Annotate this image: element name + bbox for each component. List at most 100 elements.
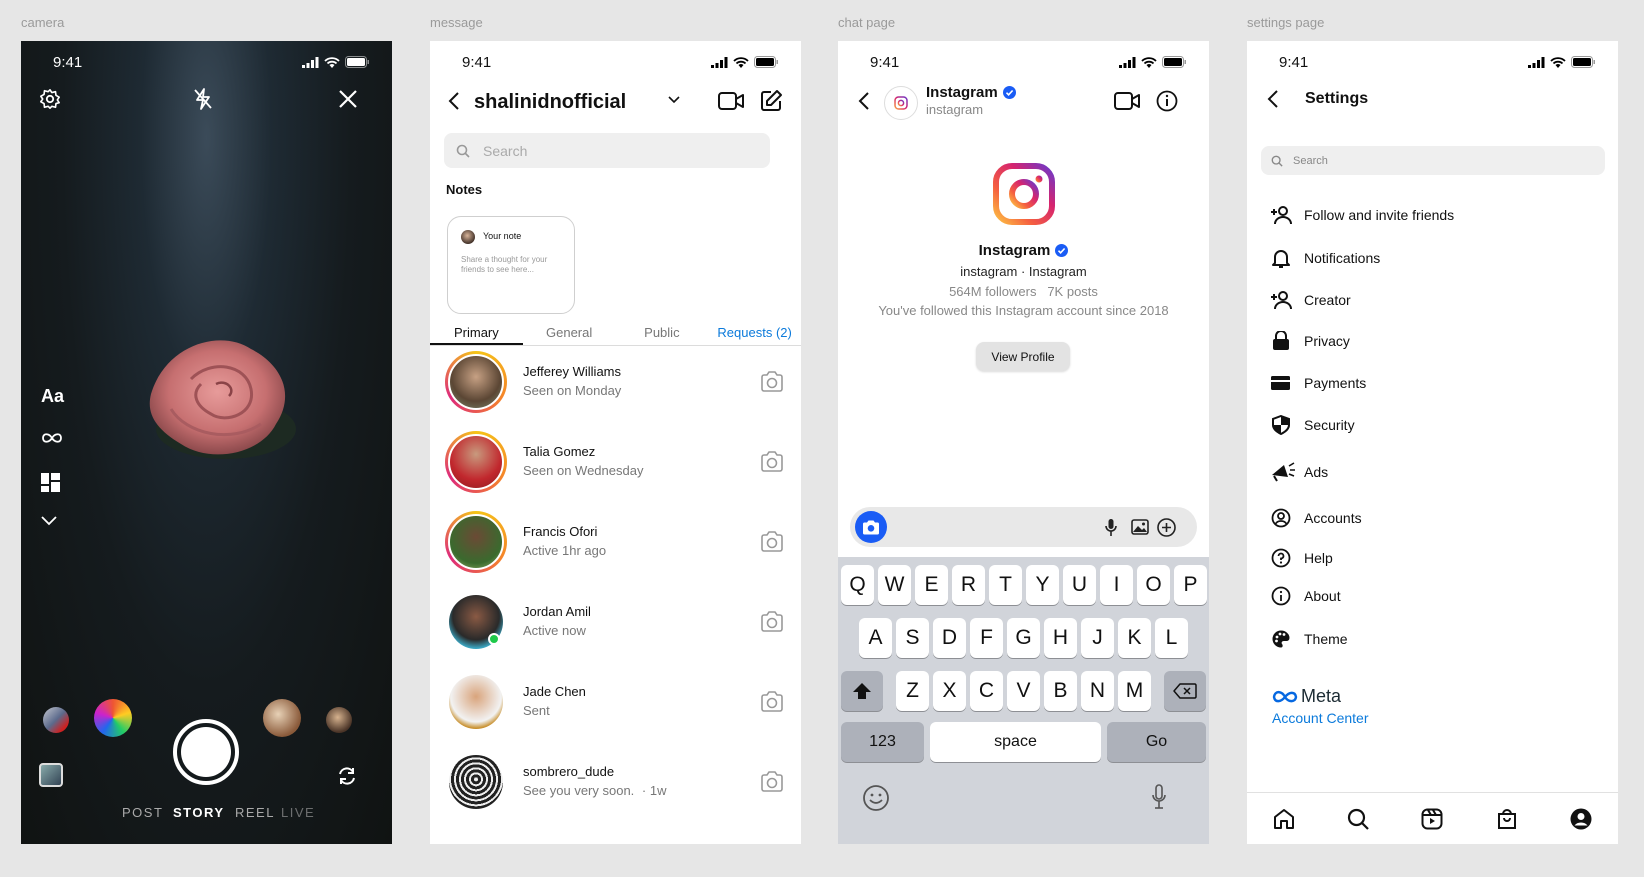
key-b[interactable]: B [1044,671,1077,711]
note-card[interactable]: Your note Share a thought for your frien… [447,216,575,314]
key-h[interactable]: H [1044,618,1077,658]
camera-icon[interactable] [760,451,784,473]
list-item[interactable]: sombrero_dude See you very soon. · 1w [430,751,801,831]
tab-primary[interactable]: Primary [430,320,523,345]
settings-item-ads[interactable]: Ads [1247,458,1618,488]
key-v[interactable]: V [1007,671,1040,711]
list-item[interactable]: Francis Ofori Active 1hr ago [430,511,801,591]
effect-thumbnail[interactable] [43,707,69,733]
key-t[interactable]: T [989,565,1022,605]
go-key[interactable]: Go [1107,722,1206,762]
add-icon[interactable] [1157,518,1176,537]
emoji-icon[interactable] [862,784,890,812]
camera-icon[interactable] [760,611,784,633]
settings-item-theme[interactable]: Theme [1247,625,1618,655]
tab-public[interactable]: Public [616,320,709,345]
search-input[interactable]: Search [1261,146,1605,175]
message-composer[interactable] [850,507,1197,547]
camera-button[interactable] [855,511,887,543]
mode-reel[interactable]: REEL [235,805,275,820]
mode-post[interactable]: POST [122,805,163,820]
backspace-key[interactable] [1164,671,1206,711]
back-icon[interactable] [858,91,870,111]
camera-icon[interactable] [760,371,784,393]
effect-thumbnail[interactable] [326,707,352,733]
chevron-down-icon[interactable] [41,516,57,526]
search-icon[interactable] [1346,807,1370,831]
back-icon[interactable] [1267,89,1279,109]
list-item[interactable]: Jade Chen Sent [430,671,801,751]
key-m[interactable]: M [1118,671,1151,711]
search-input[interactable]: Search [444,133,770,168]
key-x[interactable]: X [933,671,966,711]
flash-off-icon[interactable] [192,87,214,111]
layout-icon[interactable] [41,473,60,492]
text-tool-button[interactable]: Aa [41,386,64,407]
shift-key[interactable] [841,671,883,711]
key-y[interactable]: Y [1026,565,1059,605]
capture-button[interactable] [173,719,239,785]
key-u[interactable]: U [1063,565,1096,605]
video-call-icon[interactable] [1114,91,1140,111]
key-p[interactable]: P [1174,565,1207,605]
settings-item-about[interactable]: About [1247,582,1618,612]
dictation-icon[interactable] [1151,783,1167,811]
reels-icon[interactable] [1420,807,1444,831]
key-l[interactable]: L [1155,618,1188,658]
view-profile-button[interactable]: View Profile [976,342,1070,371]
flip-camera-icon[interactable] [337,766,357,786]
key-q[interactable]: Q [841,565,874,605]
mode-story[interactable]: STORY [173,805,225,820]
camera-icon[interactable] [760,691,784,713]
home-icon[interactable] [1272,807,1296,831]
settings-item-creator[interactable]: Creator [1247,286,1618,316]
list-item[interactable]: Jordan Amil Active now [430,591,801,671]
boomerang-icon[interactable] [41,432,63,444]
account-center-link[interactable]: Account Center [1272,710,1369,726]
settings-item-help[interactable]: Help [1247,544,1618,574]
effect-thumbnail[interactable] [263,699,301,737]
space-key[interactable]: space [930,722,1101,762]
key-s[interactable]: S [896,618,929,658]
key-c[interactable]: C [970,671,1003,711]
effect-thumbnail[interactable] [94,699,132,737]
settings-item-follow-invite[interactable]: Follow and invite friends [1247,201,1618,231]
tab-general[interactable]: General [523,320,616,345]
profile-icon[interactable] [1569,807,1593,831]
settings-item-security[interactable]: Security [1247,411,1618,441]
key-n[interactable]: N [1081,671,1114,711]
key-f[interactable]: F [970,618,1003,658]
close-icon[interactable] [338,89,358,109]
list-item[interactable]: Talia Gomez Seen on Wednesday [430,431,801,511]
settings-item-accounts[interactable]: Accounts [1247,504,1618,534]
key-o[interactable]: O [1137,565,1170,605]
video-call-icon[interactable] [718,91,744,111]
list-item[interactable]: Jefferey Williams Seen on Monday [430,351,801,431]
settings-item-payments[interactable]: Payments [1247,369,1618,399]
account-username[interactable]: shalinidnofficial [474,91,626,114]
gear-icon[interactable] [39,88,61,110]
key-k[interactable]: K [1118,618,1151,658]
camera-icon[interactable] [760,771,784,793]
key-g[interactable]: G [1007,618,1040,658]
key-d[interactable]: D [933,618,966,658]
key-z[interactable]: Z [896,671,929,711]
image-icon[interactable] [1131,519,1149,535]
microphone-icon[interactable] [1105,518,1117,537]
key-e[interactable]: E [915,565,948,605]
gallery-button[interactable] [39,763,63,787]
key-a[interactable]: A [859,618,892,658]
numbers-key[interactable]: 123 [841,722,924,762]
key-j[interactable]: J [1081,618,1114,658]
info-icon[interactable] [1156,90,1178,112]
compose-icon[interactable] [760,89,783,112]
avatar[interactable] [884,86,918,120]
shop-icon[interactable] [1495,807,1519,831]
tab-requests[interactable]: Requests (2) [708,320,801,345]
key-i[interactable]: I [1100,565,1133,605]
key-w[interactable]: W [878,565,911,605]
back-icon[interactable] [448,91,460,111]
camera-icon[interactable] [760,531,784,553]
mode-live[interactable]: LIVE [281,805,315,820]
chevron-down-icon[interactable] [668,96,680,104]
